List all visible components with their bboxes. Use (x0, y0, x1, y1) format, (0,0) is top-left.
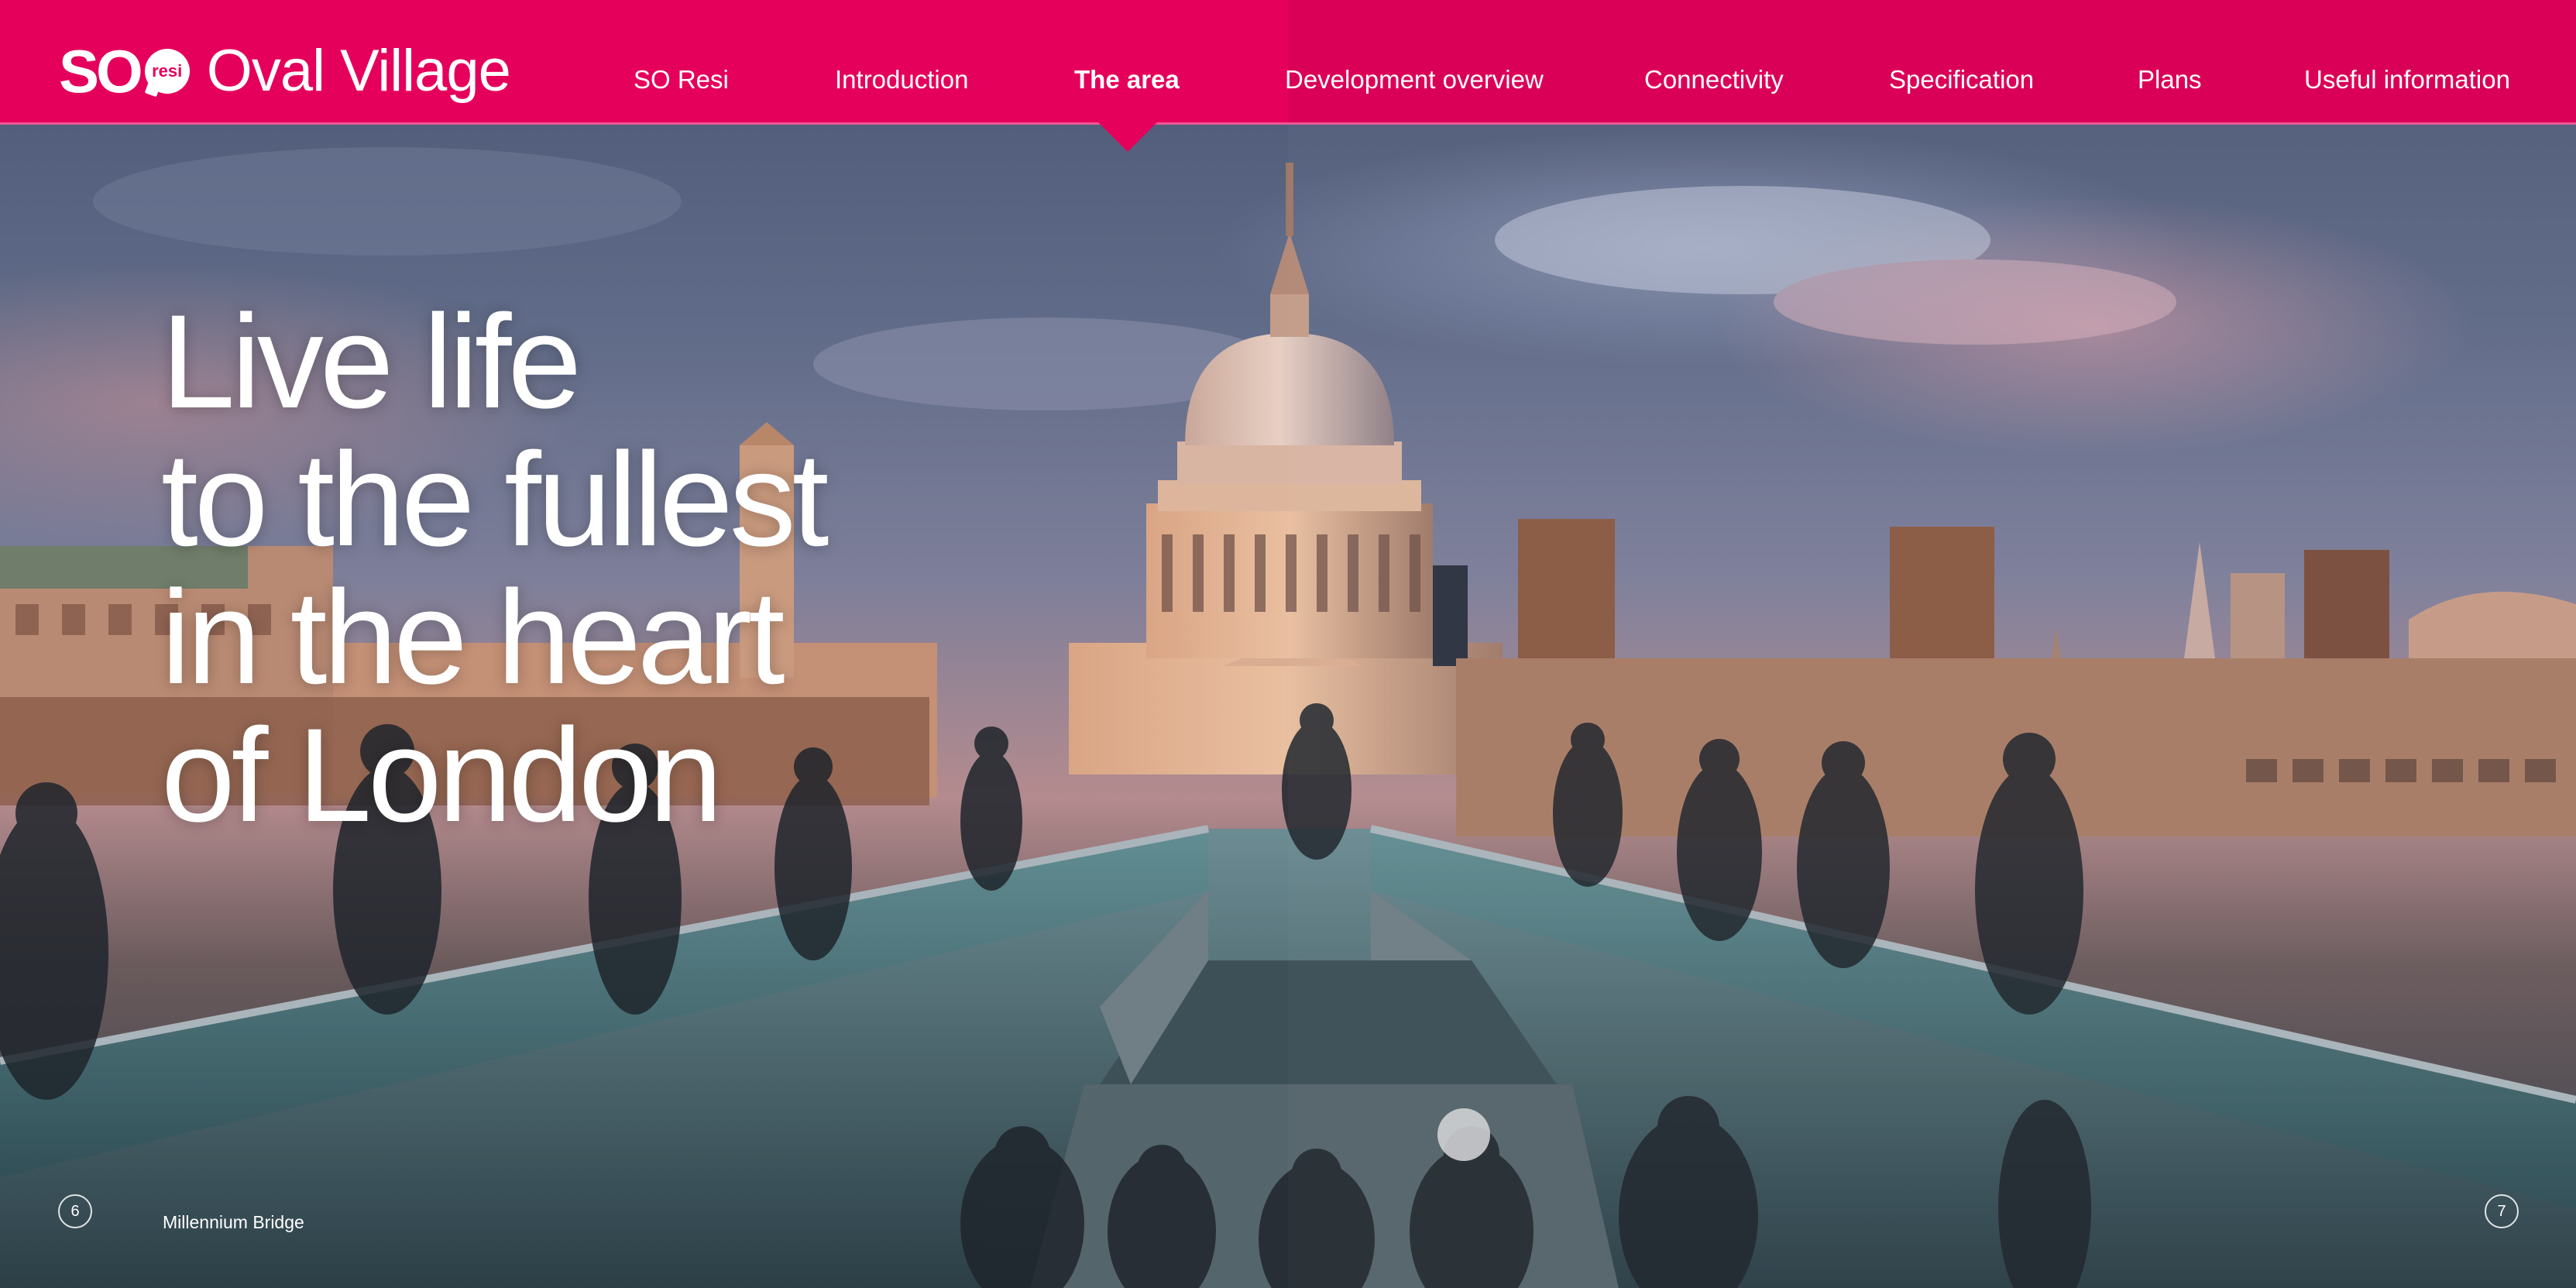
spread-fold-shade (1288, 0, 2576, 122)
page-number-right: 7 (2485, 1194, 2519, 1228)
headline-line: of London (161, 701, 723, 850)
nav-item-plans[interactable]: Plans (2138, 65, 2202, 94)
photo-caption: Millennium Bridge (163, 1212, 304, 1232)
headline-line: to the fullest (161, 425, 829, 574)
headline-line: Live life (161, 287, 582, 436)
nav-item-connectivity[interactable]: Connectivity (1644, 65, 1784, 94)
main-nav: SO Resi Introduction The area Developmen… (0, 65, 2576, 96)
page-number-left: 6 (58, 1194, 92, 1228)
nav-item-so-resi[interactable]: SO Resi (634, 65, 729, 94)
spread-right-tint (1288, 0, 2576, 1288)
hero-headline: Live life to the fullest in the heart of… (161, 287, 829, 850)
nav-item-useful-information[interactable]: Useful information (2304, 65, 2510, 94)
nav-item-specification[interactable]: Specification (1889, 65, 2034, 94)
nav-item-introduction[interactable]: Introduction (835, 65, 968, 94)
nav-item-the-area[interactable]: The area (1074, 65, 1180, 94)
nav-item-development-overview[interactable]: Development overview (1285, 65, 1544, 94)
caret-down-icon (1098, 122, 1157, 152)
headline-line: in the heart (161, 563, 785, 712)
